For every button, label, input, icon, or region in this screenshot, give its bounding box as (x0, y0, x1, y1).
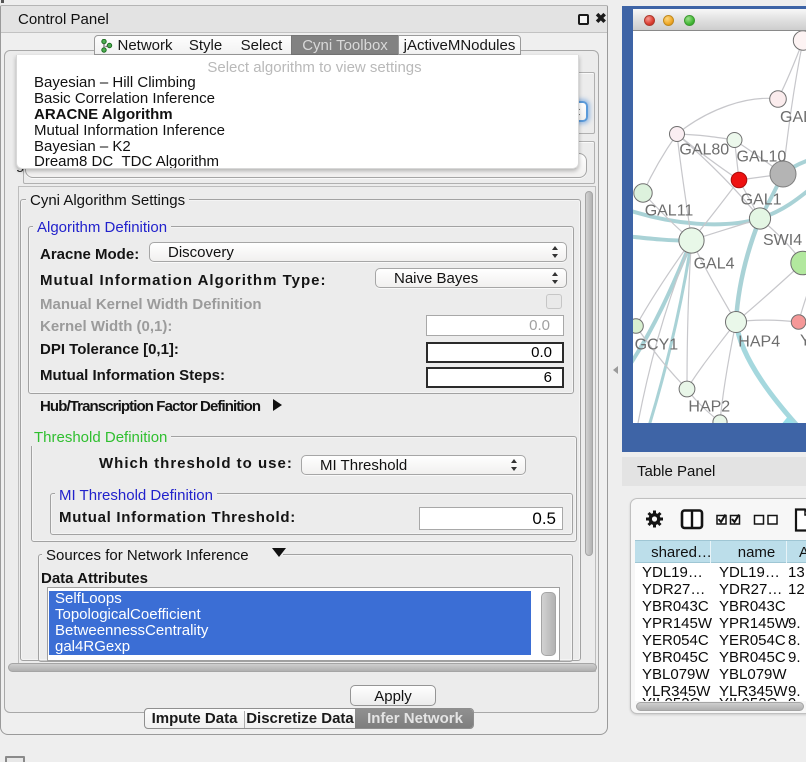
svg-text:GCY1: GCY1 (635, 337, 679, 354)
svg-text:HAP2: HAP2 (688, 398, 730, 415)
svg-text:GAL1: GAL1 (741, 192, 782, 209)
svg-text:GAL4: GAL4 (694, 255, 735, 272)
svg-text:GAL11: GAL11 (645, 203, 694, 220)
svg-text:GAL10: GAL10 (737, 149, 787, 166)
svg-text:GAL7: GAL7 (780, 109, 806, 126)
svg-text:HAP4: HAP4 (738, 334, 780, 351)
svg-text:GAL80: GAL80 (679, 142, 729, 159)
svg-text:Y: Y (800, 332, 806, 349)
svg-text:SWI4: SWI4 (763, 232, 802, 249)
